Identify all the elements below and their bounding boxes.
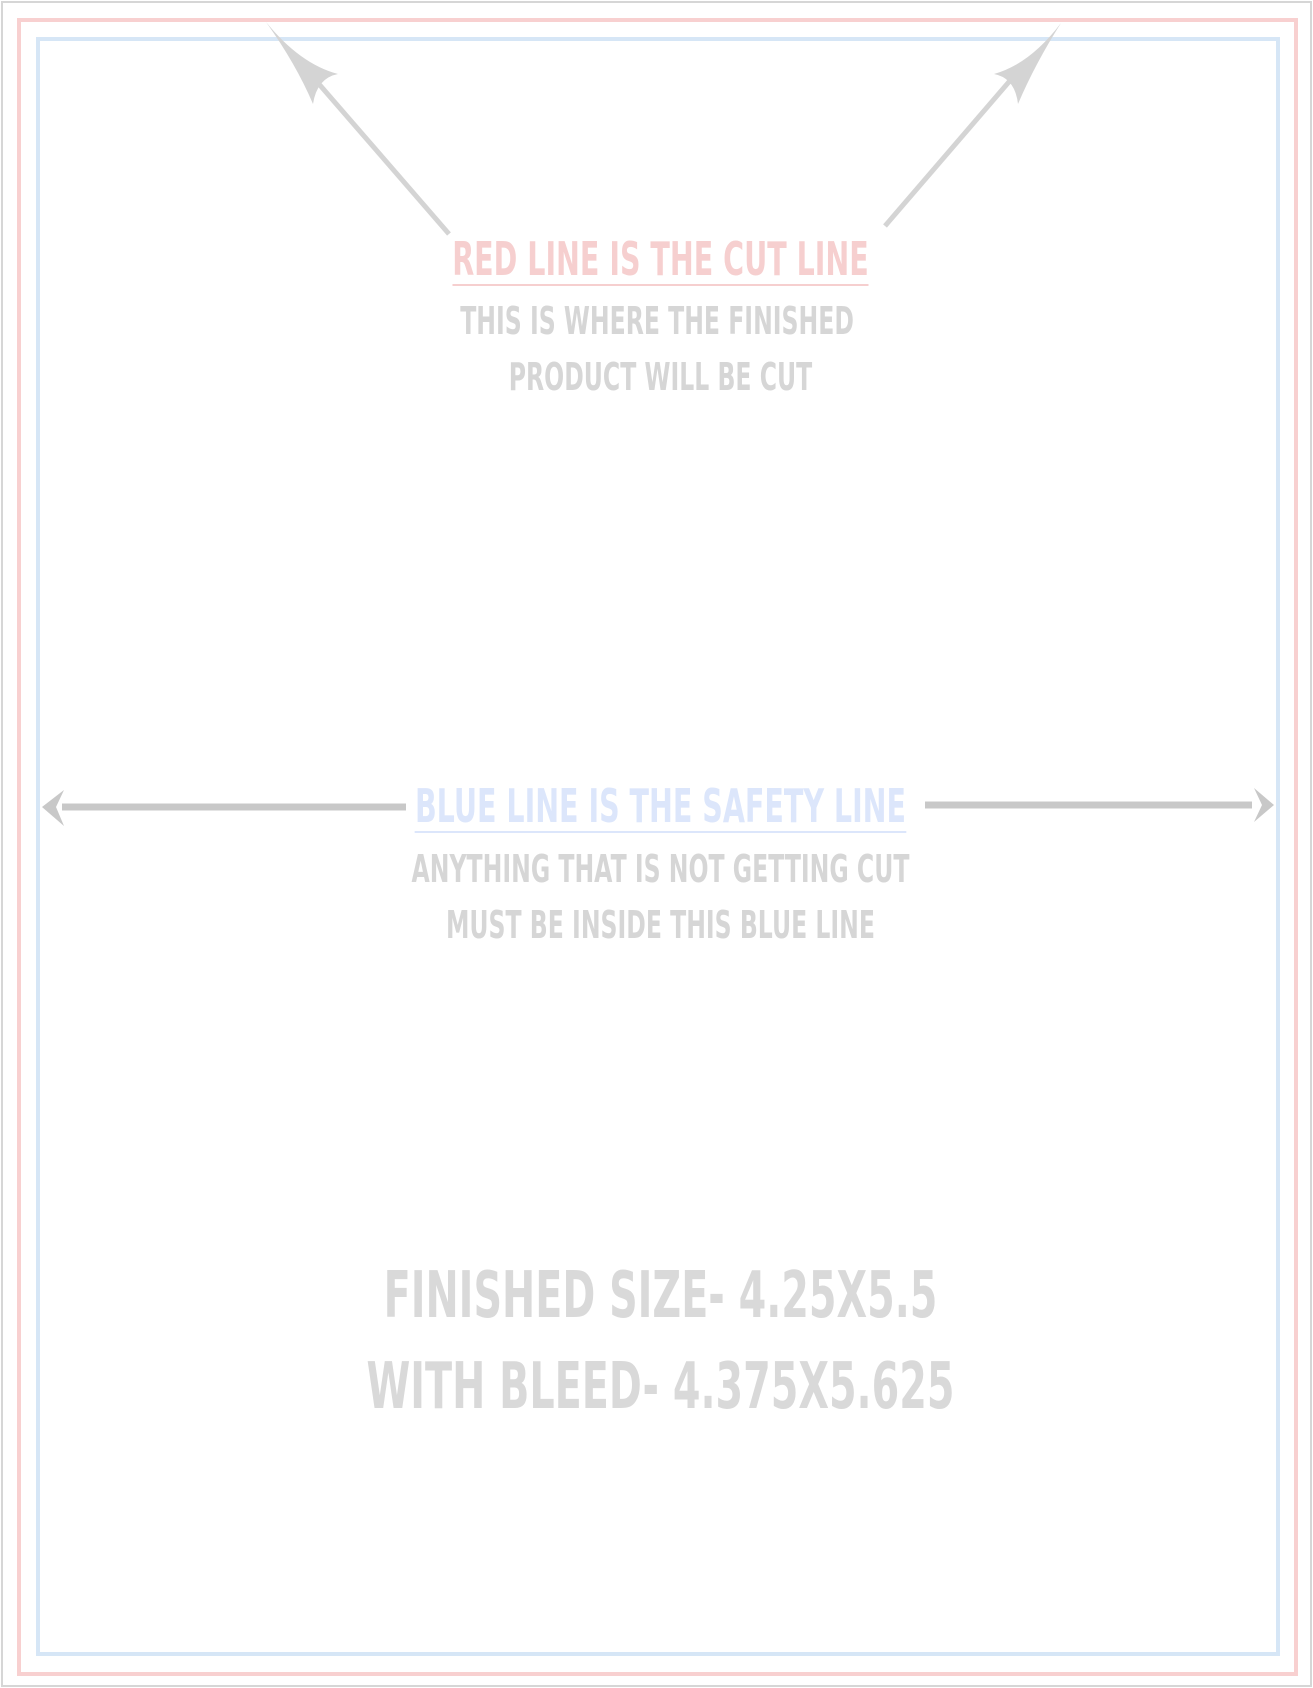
finished-size: FINISHED SIZE- 4.25X5.5 [383,1259,938,1333]
arrow-up-left-icon [266,22,451,236]
cut-line-description-2: PRODUCT WILL BE CUT [508,355,813,399]
safety-line-title: BLUE LINE IS THE SAFETY LINE [414,779,907,833]
arrow-up-right-icon [883,23,1061,228]
safety-line-description-2: MUST BE INSIDE THIS BLUE LINE [445,903,876,947]
cut-line-description-1: THIS IS WHERE THE FINISHED [460,299,854,343]
safety-line-description-1: ANYTHING THAT IS NOT GETTING CUT [411,847,910,891]
cut-line-title: RED LINE IS THE CUT LINE [452,232,869,286]
bleed-size: WITH BLEED- 4.375X5.625 [366,1350,955,1424]
